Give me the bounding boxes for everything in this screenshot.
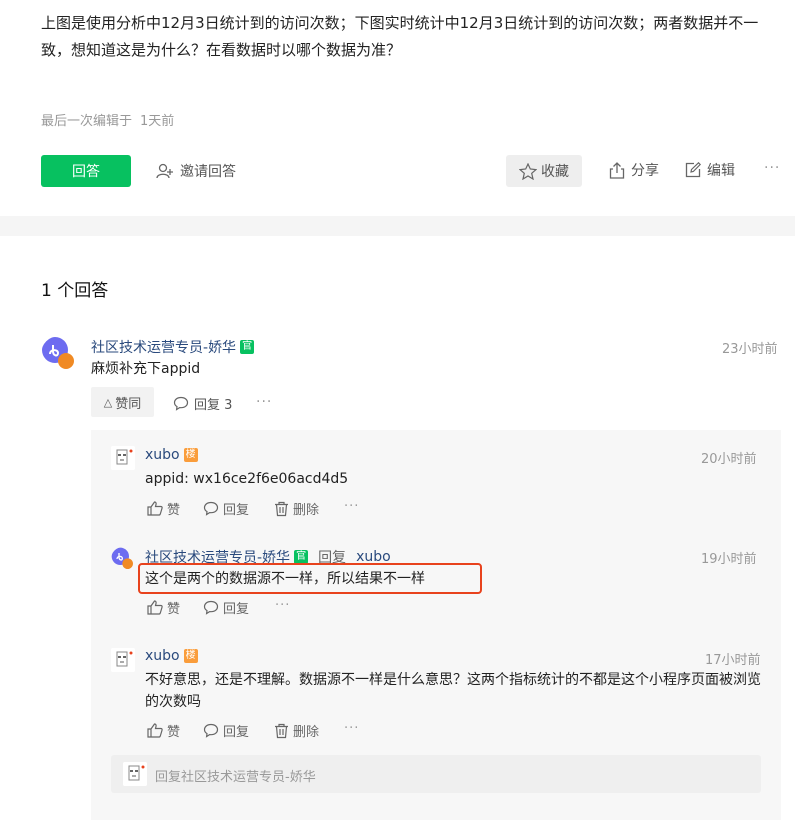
reply-time: 17小时前 xyxy=(705,653,761,668)
answer-text: 麻烦补充下appid xyxy=(91,361,201,377)
floor-owner-badge: 楼 xyxy=(183,649,198,663)
reply-text: appid: wx16ce2f6e06acd4d5 xyxy=(145,471,349,487)
avatar[interactable] xyxy=(111,547,135,571)
reply-more-button[interactable]: ··· xyxy=(344,499,359,514)
official-badge: 官 xyxy=(294,550,309,564)
favorite-button[interactable]: 收藏 xyxy=(506,155,582,187)
reply-text: 不好意思，还是不理解。数据源不一样是什么意思？这两个指标统计的不都是这个小程序页… xyxy=(145,672,761,710)
like-label: 赞 xyxy=(167,602,181,617)
reply-time: 19小时前 xyxy=(701,552,757,567)
answer-count: 1 个回答 xyxy=(41,281,109,301)
delete-label: 删除 xyxy=(293,503,320,518)
reply-placeholder: 回复社区技术运营专员-娇华 xyxy=(155,770,316,785)
reply-author[interactable]: xubo 楼 xyxy=(145,648,198,664)
agree-button[interactable]: △ 赞同 xyxy=(91,387,154,417)
like-button[interactable]: 赞 xyxy=(147,598,180,617)
official-badge: 官 xyxy=(240,340,255,354)
reply-input[interactable]: 回复社区技术运营专员-娇华 xyxy=(111,755,761,793)
answer-author[interactable]: 社区技术运营专员-娇华 官 xyxy=(91,337,255,357)
question-card: 上图是使用分析中12月3日统计到的访问次数；下图实时统计中12月3日统计到的访问… xyxy=(0,0,795,216)
highlight-box xyxy=(138,563,482,594)
reply-more-button[interactable]: ··· xyxy=(344,721,359,736)
like-button[interactable]: 赞 xyxy=(147,499,180,518)
reply-author[interactable]: xubo 楼 xyxy=(145,447,198,463)
floor-owner-badge: 楼 xyxy=(183,448,198,462)
delete-button[interactable]: 删除 xyxy=(274,499,319,518)
edit-icon xyxy=(685,162,701,178)
agree-label: 赞同 xyxy=(115,396,142,412)
delete-label: 删除 xyxy=(293,725,320,740)
sketch-face-icon xyxy=(111,648,135,672)
reply-button[interactable]: 回复 xyxy=(203,721,249,740)
answer-time: 23小时前 xyxy=(722,342,778,357)
author-name: xubo xyxy=(145,648,180,664)
invite-user-icon xyxy=(156,163,173,179)
edit-info: 最后一次编辑于 1天前 xyxy=(41,110,182,129)
invite-answer-button[interactable]: 邀请回答 xyxy=(156,161,236,181)
thumbs-up-icon xyxy=(147,723,163,738)
answers-card: 1 个回答 社区技术运营专员-娇华 官 23小时前 麻烦补充下appid △ 赞… xyxy=(0,236,795,820)
reply-button[interactable]: 回复 xyxy=(203,598,249,617)
question-text: 上图是使用分析中12月3日统计到的访问次数；下图实时统计中12月3日统计到的访问… xyxy=(41,14,759,59)
reply-time: 20小时前 xyxy=(701,452,757,467)
official-avatar-icon xyxy=(42,337,74,369)
sketch-face-icon xyxy=(111,446,135,470)
reply-count-label: 回复 3 xyxy=(194,398,233,413)
triangle-up-icon: △ xyxy=(103,395,113,409)
author-name: 社区技术运营专员-娇华 xyxy=(91,340,237,356)
reply-label: 回复 xyxy=(223,503,250,518)
avatar[interactable] xyxy=(111,648,135,672)
reply-button[interactable]: 回复 3 xyxy=(173,394,232,413)
share-label: 分享 xyxy=(631,163,659,179)
answer-button[interactable]: 回答 xyxy=(41,155,131,187)
thumbs-up-icon xyxy=(147,600,163,615)
comment-icon xyxy=(203,723,219,738)
avatar[interactable] xyxy=(41,336,77,372)
comment-icon xyxy=(203,600,219,615)
official-avatar-icon xyxy=(111,547,133,569)
edited-time: 1天前 xyxy=(140,114,175,129)
author-name: xubo xyxy=(145,447,180,463)
like-label: 赞 xyxy=(167,503,181,518)
sketch-face-icon xyxy=(123,762,147,786)
edited-label: 最后一次编辑于 xyxy=(41,114,133,129)
reply-button[interactable]: 回复 xyxy=(203,499,249,518)
thumbs-up-icon xyxy=(147,501,163,516)
like-button[interactable]: 赞 xyxy=(147,721,180,740)
edit-button[interactable]: 编辑 xyxy=(685,160,735,180)
edit-label: 编辑 xyxy=(707,163,735,179)
avatar xyxy=(123,762,147,786)
reply-label: 回复 xyxy=(223,725,250,740)
invite-label: 邀请回答 xyxy=(180,164,236,180)
reply-label: 回复 xyxy=(223,602,250,617)
comment-icon xyxy=(173,396,189,411)
star-icon xyxy=(519,162,537,180)
reply-more-button[interactable]: ··· xyxy=(275,598,290,613)
delete-button[interactable]: 删除 xyxy=(274,721,319,740)
share-icon xyxy=(609,161,625,179)
favorite-label: 收藏 xyxy=(541,164,569,180)
share-button[interactable]: 分享 xyxy=(609,160,659,180)
avatar[interactable] xyxy=(111,446,135,470)
more-menu-button[interactable]: ··· xyxy=(764,160,780,176)
like-label: 赞 xyxy=(167,725,181,740)
comment-icon xyxy=(203,501,219,516)
trash-icon xyxy=(275,501,288,516)
replies-panel: xubo 楼 20小时前 appid: wx16ce2f6e06acd4d5 赞… xyxy=(91,430,781,820)
answer-more-button[interactable]: ··· xyxy=(256,394,272,410)
trash-icon xyxy=(275,723,288,738)
